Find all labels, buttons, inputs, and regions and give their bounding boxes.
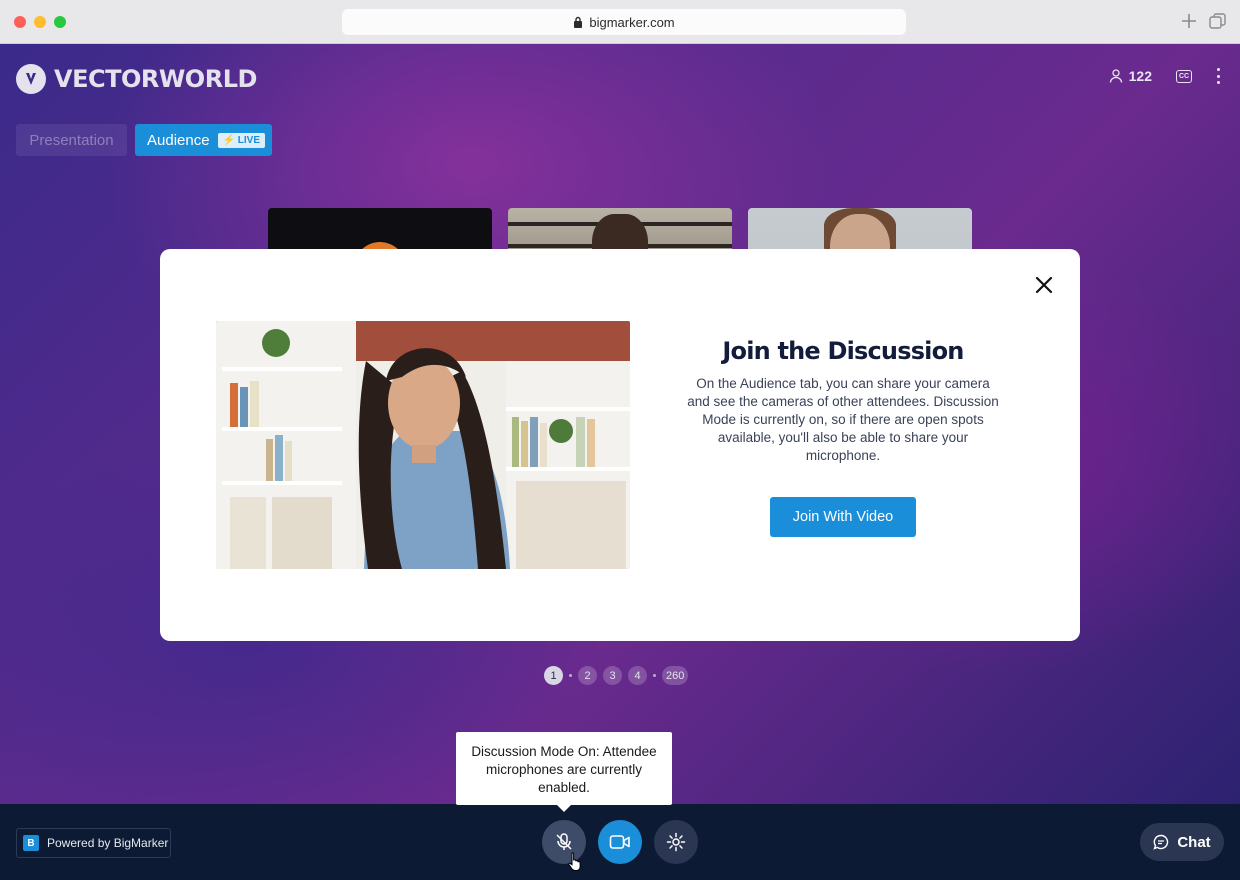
chat-button[interactable]: Chat	[1140, 823, 1224, 861]
attendee-count[interactable]: 122	[1109, 68, 1152, 84]
powered-by-label: Powered by BigMarker	[47, 836, 169, 850]
close-icon[interactable]	[1034, 275, 1054, 295]
discussion-illustration-photo	[216, 321, 630, 569]
closed-captions-icon[interactable]: CC	[1176, 69, 1192, 83]
minimize-window-button[interactable]	[34, 16, 46, 28]
tab-audience[interactable]: Audience ⚡ LIVE	[135, 124, 272, 156]
gear-icon	[666, 832, 686, 852]
more-options-icon[interactable]	[1216, 68, 1220, 84]
bottom-control-bar: B Powered by BigMarker Chat	[0, 804, 1240, 880]
page-separator	[569, 674, 572, 677]
page-button-last[interactable]: 260	[662, 666, 689, 685]
page-button-3[interactable]: 3	[603, 666, 622, 685]
chat-bubble-icon	[1153, 834, 1169, 850]
modal-content: Join the Discussion On the Audience tab,…	[686, 337, 1000, 537]
video-camera-icon	[609, 835, 630, 849]
page-button-4[interactable]: 4	[628, 666, 647, 685]
bigmarker-logo-icon: B	[23, 835, 39, 851]
close-window-button[interactable]	[14, 16, 26, 28]
lock-icon	[574, 16, 583, 28]
tab-presentation[interactable]: Presentation	[16, 124, 127, 156]
powered-by-badge[interactable]: B Powered by BigMarker	[16, 828, 171, 858]
header-controls: 122 CC	[1109, 68, 1220, 84]
chat-label: Chat	[1177, 833, 1211, 851]
mouse-pointer-icon	[568, 852, 581, 871]
webinar-stage: VECTORWORLD 122 CC Presentation Audience…	[0, 44, 1240, 804]
maximize-window-button[interactable]	[54, 16, 66, 28]
camera-button[interactable]	[598, 820, 642, 864]
tab-overview-icon[interactable]	[1209, 13, 1226, 30]
page-separator	[653, 674, 656, 677]
page-button-1[interactable]: 1	[544, 666, 563, 685]
new-tab-icon[interactable]	[1180, 12, 1198, 30]
address-bar[interactable]: bigmarker.com	[342, 9, 906, 35]
person-icon	[1109, 69, 1122, 83]
pagination: 1 2 3 4 260	[544, 666, 689, 685]
logo-mark-icon	[16, 64, 46, 94]
attendee-count-value: 122	[1128, 68, 1152, 84]
page-button-2[interactable]: 2	[578, 666, 597, 685]
settings-button[interactable]	[654, 820, 698, 864]
modal-description: On the Audience tab, you can share your …	[687, 376, 999, 463]
microphone-icon	[556, 833, 572, 850]
discussion-mode-tooltip: Discussion Mode On: Attendee microphones…	[456, 732, 672, 812]
brand-logo: VECTORWORLD	[16, 64, 257, 94]
live-badge: ⚡ LIVE	[217, 132, 266, 148]
join-with-video-button[interactable]: Join With Video	[770, 497, 916, 537]
url-text: bigmarker.com	[589, 14, 675, 30]
browser-chrome: bigmarker.com	[0, 0, 1240, 44]
tab-audience-label: Audience	[147, 131, 210, 149]
logo-text: VECTORWORLD	[54, 65, 257, 93]
join-discussion-modal: Join the Discussion On the Audience tab,…	[160, 249, 1080, 641]
modal-title: Join the Discussion	[722, 337, 964, 365]
